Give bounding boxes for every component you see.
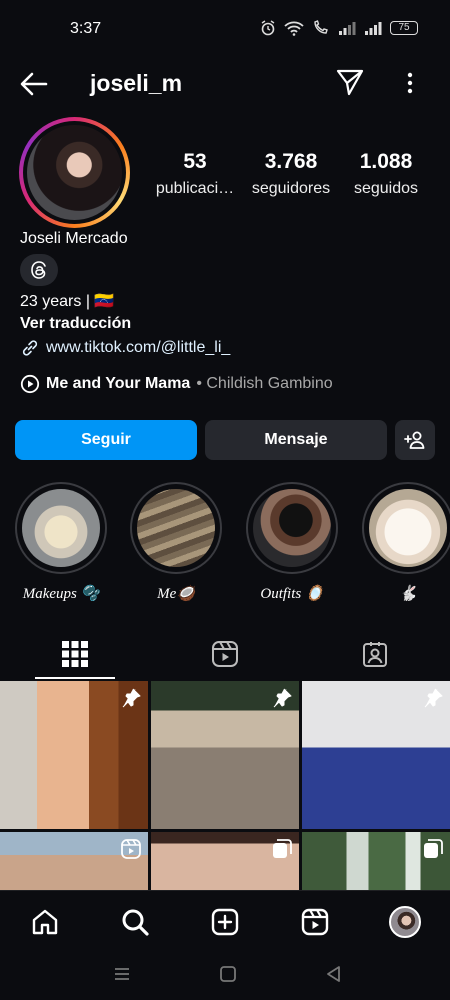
- signal-icon-1: [339, 22, 356, 35]
- back-arrow-icon[interactable]: [18, 68, 50, 100]
- highlight-bunny[interactable]: 🐇: [362, 482, 450, 603]
- display-name: Joseli Mercado: [20, 230, 128, 247]
- tab-reels[interactable]: [150, 628, 300, 680]
- bio-age: 23 years | 🇻🇪: [20, 291, 114, 311]
- more-options-icon[interactable]: [398, 68, 422, 98]
- stat-followers[interactable]: 3.768 seguidores: [245, 150, 337, 198]
- highlight-ring: [130, 482, 222, 574]
- reel-badge-icon: [121, 839, 141, 859]
- status-icons: 75: [260, 20, 418, 36]
- post-thumbnail[interactable]: [302, 681, 450, 829]
- nav-profile[interactable]: [388, 905, 422, 939]
- followers-count: 3.768: [264, 150, 318, 173]
- status-bar: 3:37 75: [0, 0, 450, 60]
- tagged-user-icon: [363, 642, 387, 667]
- stat-posts[interactable]: 53 publicaci…: [150, 150, 240, 198]
- reels-icon: [301, 908, 329, 936]
- suggest-users-button[interactable]: [395, 420, 435, 460]
- highlight-me[interactable]: Me🥥: [130, 482, 222, 603]
- follow-button[interactable]: Seguir: [15, 420, 197, 460]
- pin-icon: [424, 688, 443, 708]
- tab-posts-grid[interactable]: [0, 628, 150, 680]
- alarm-icon: [261, 20, 275, 36]
- bio-link[interactable]: www.tiktok.com/@little_li_: [46, 339, 230, 357]
- play-circle-icon: [20, 374, 40, 394]
- wifi-calling-icon: [314, 20, 328, 34]
- highlight-ring: [15, 482, 107, 574]
- profile-music[interactable]: Me and Your Mama • Childish Gambino: [20, 374, 333, 394]
- nav-search[interactable]: [118, 905, 152, 939]
- post-thumbnail[interactable]: [0, 681, 148, 829]
- pin-icon: [122, 688, 141, 708]
- send-icon[interactable]: [335, 67, 365, 97]
- post-thumbnail[interactable]: [151, 832, 299, 890]
- threads-icon: [31, 261, 46, 279]
- nav-create[interactable]: [208, 905, 242, 939]
- music-title: Me and Your Mama: [46, 375, 191, 392]
- post-thumbnail[interactable]: [151, 681, 299, 829]
- reels-icon: [212, 641, 238, 667]
- profile-tabs: [0, 628, 450, 680]
- followers-label: seguidores: [251, 180, 331, 197]
- profile-header: joseli_m: [0, 62, 450, 104]
- avatar-story-ring[interactable]: [19, 117, 130, 228]
- create-post-icon: [211, 908, 239, 936]
- nav-home[interactable]: [28, 905, 62, 939]
- home-icon: [32, 909, 58, 935]
- recent-apps-icon[interactable]: [112, 964, 132, 984]
- status-time: 3:37: [70, 20, 102, 37]
- pin-icon: [273, 688, 292, 708]
- highlight-outfits[interactable]: Outfits 🪞: [246, 482, 338, 603]
- stat-following[interactable]: 1.088 seguidos: [345, 150, 427, 198]
- highlight-ring: [246, 482, 338, 574]
- bio-age-text: 23 years |: [20, 293, 90, 310]
- highlight-cover: [22, 489, 100, 567]
- translate-link[interactable]: Ver traducción: [20, 315, 131, 333]
- tab-tagged[interactable]: [300, 628, 450, 680]
- highlight-makeups[interactable]: Makeups 🫧: [15, 482, 107, 603]
- posts-count: 53: [183, 150, 207, 173]
- threads-badge[interactable]: [20, 254, 58, 286]
- avatar[interactable]: [27, 125, 122, 220]
- highlight-label: Me🥥: [157, 586, 195, 602]
- grid-icon: [62, 641, 88, 667]
- back-button-icon[interactable]: [324, 964, 344, 984]
- home-button-icon[interactable]: [218, 964, 238, 984]
- carousel-icon: [273, 839, 292, 858]
- carousel-icon: [424, 839, 443, 858]
- venezuela-flag: 🇻🇪: [94, 293, 115, 310]
- system-navigation-bar: [0, 950, 450, 1000]
- nav-reels[interactable]: [298, 905, 332, 939]
- profile-avatar-icon: [389, 906, 421, 938]
- post-thumbnail[interactable]: [0, 832, 148, 890]
- battery-indicator: 75: [390, 21, 418, 35]
- search-icon: [122, 909, 149, 936]
- music-artist: • Childish Gambino: [196, 375, 333, 392]
- posts-label: publicaci…: [155, 180, 235, 197]
- message-button[interactable]: Mensaje: [205, 420, 387, 460]
- post-thumbnail[interactable]: [302, 832, 450, 890]
- add-user-icon: [404, 431, 425, 449]
- following-label: seguidos: [353, 180, 419, 197]
- highlight-label: 🐇: [398, 586, 418, 602]
- username-title: joseli_m: [90, 70, 183, 96]
- active-tab-indicator: [35, 677, 115, 679]
- following-count: 1.088: [359, 150, 413, 173]
- highlight-ring: [362, 482, 450, 574]
- bottom-navigation: [0, 890, 450, 950]
- highlight-cover: [253, 489, 331, 567]
- wifi-icon: [284, 21, 304, 36]
- highlight-label: Makeups 🫧: [22, 586, 100, 602]
- link-icon: [22, 340, 38, 356]
- highlight-cover: [369, 489, 447, 567]
- bio-link-row[interactable]: www.tiktok.com/@little_li_: [20, 338, 230, 358]
- highlight-cover: [137, 489, 215, 567]
- signal-icon-2: [365, 22, 382, 35]
- highlight-label: Outfits 🪞: [260, 586, 324, 602]
